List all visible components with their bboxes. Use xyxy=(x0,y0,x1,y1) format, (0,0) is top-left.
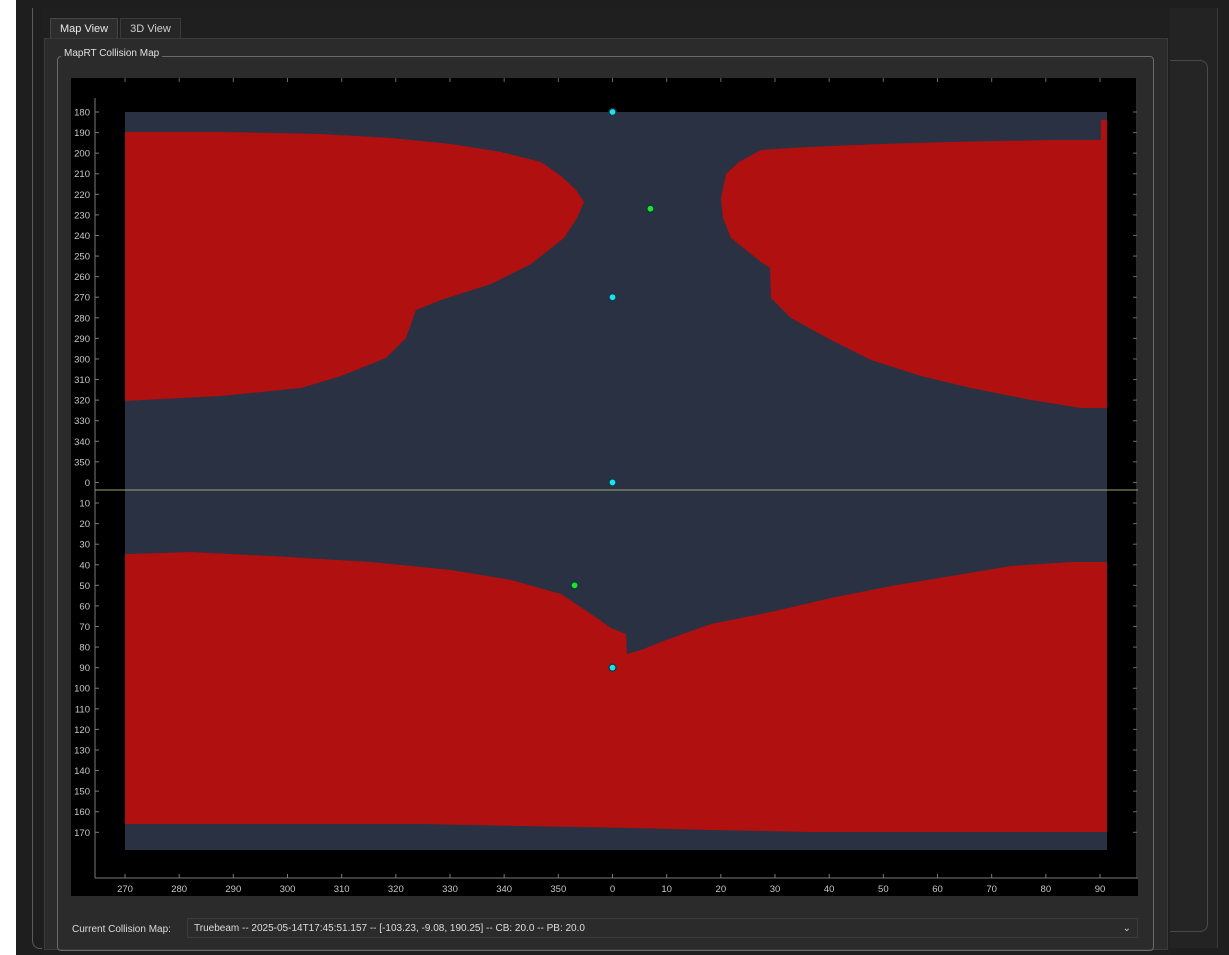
y-tick-label: 200 xyxy=(74,149,90,160)
x-tick-label: 280 xyxy=(171,884,187,895)
x-tick-label: 50 xyxy=(878,884,889,895)
x-tick-label: 60 xyxy=(932,884,943,895)
y-tick-label: 310 xyxy=(74,375,90,386)
y-tick-label: 50 xyxy=(79,581,90,592)
green-position-marker[interactable] xyxy=(646,204,655,213)
x-tick-label: 300 xyxy=(280,884,296,895)
x-tick-label: 10 xyxy=(661,884,672,895)
y-tick-label: 330 xyxy=(74,416,90,427)
current-collision-map-label: Current Collision Map: xyxy=(72,923,171,935)
y-tick-label: 0 xyxy=(85,478,90,489)
x-tick-label: 320 xyxy=(388,884,404,895)
y-tick-label: 90 xyxy=(79,663,90,674)
y-tick-label: 110 xyxy=(75,704,90,715)
y-tick-label: 30 xyxy=(79,540,90,551)
chevron-down-icon[interactable]: ⌄ xyxy=(1123,919,1131,939)
x-tick-label: 20 xyxy=(716,884,727,895)
y-tick-label: 20 xyxy=(79,519,90,530)
cyan-position-marker[interactable] xyxy=(608,663,617,672)
collision-map-select-value: Truebeam -- 2025-05-14T17:45:51.157 -- [… xyxy=(194,923,585,934)
x-tick-label: 310 xyxy=(334,884,350,895)
y-tick-label: 160 xyxy=(74,807,90,818)
x-tick-label: 80 xyxy=(1041,884,1052,895)
tab-3d-view[interactable]: 3D View xyxy=(120,18,181,39)
y-tick-label: 130 xyxy=(74,745,90,756)
x-tick-label: 340 xyxy=(496,884,512,895)
y-tick-label: 140 xyxy=(74,766,90,777)
collision-map-plot[interactable]: 180 190 200 210 220 230 240 250 260 270 280 290 300 3… xyxy=(71,78,1138,896)
y-tick-label: 60 xyxy=(79,601,90,612)
right-inner-panel xyxy=(1165,60,1208,932)
y-tick-label: 340 xyxy=(74,437,90,448)
x-tick-label: 40 xyxy=(824,884,835,895)
collision-map-footer: Current Collision Map: Truebeam -- 2025-… xyxy=(72,918,1138,940)
x-tick-label: 0 xyxy=(610,884,615,895)
x-tick-label: 290 xyxy=(225,884,241,895)
y-tick-label: 150 xyxy=(74,787,90,798)
x-tick-label: 70 xyxy=(986,884,997,895)
y-tick-label: 170 xyxy=(74,828,90,839)
y-tick-label: 180 xyxy=(74,108,90,119)
y-tick-label: 210 xyxy=(74,169,90,180)
x-tick-label: 30 xyxy=(770,884,781,895)
x-tick-label: 270 xyxy=(117,884,133,895)
y-tick-label: 250 xyxy=(74,252,90,263)
y-tick-label: 100 xyxy=(74,684,90,695)
green-position-marker[interactable] xyxy=(570,581,579,590)
y-tick-label: 220 xyxy=(74,190,90,201)
y-tick-label: 10 xyxy=(79,499,90,510)
groupbox-title: MapRT Collision Map xyxy=(61,48,163,59)
y-tick-label: 300 xyxy=(74,354,90,365)
cyan-position-marker[interactable] xyxy=(608,478,617,487)
x-tick-label: 330 xyxy=(442,884,458,895)
x-tick-label: 350 xyxy=(550,884,566,895)
cyan-position-marker[interactable] xyxy=(608,293,617,302)
cyan-position-marker[interactable] xyxy=(608,107,617,117)
y-tick-label: 70 xyxy=(79,622,90,633)
y-tick-label: 80 xyxy=(79,643,90,654)
y-tick-label: 240 xyxy=(74,231,90,242)
y-tick-label: 320 xyxy=(74,396,90,407)
y-tick-label: 350 xyxy=(74,457,90,468)
y-tick-label: 120 xyxy=(74,725,90,736)
y-tick-label: 40 xyxy=(79,560,90,571)
y-tick-label: 190 xyxy=(74,128,90,139)
x-tick-label: 90 xyxy=(1095,884,1106,895)
collision-map-svg[interactable]: 1801902002102202302402502602702802903003… xyxy=(71,78,1138,896)
tab-map-view[interactable]: Map View xyxy=(50,18,119,39)
y-tick-label: 230 xyxy=(74,210,90,221)
collision-map-select[interactable]: Truebeam -- 2025-05-14T17:45:51.157 -- [… xyxy=(187,918,1138,938)
y-tick-label: 260 xyxy=(74,272,90,283)
y-tick-label: 280 xyxy=(74,313,90,324)
y-tick-label: 270 xyxy=(74,293,90,304)
view-tabs: Map View 3D View xyxy=(50,18,181,39)
y-tick-label: 290 xyxy=(74,334,90,345)
